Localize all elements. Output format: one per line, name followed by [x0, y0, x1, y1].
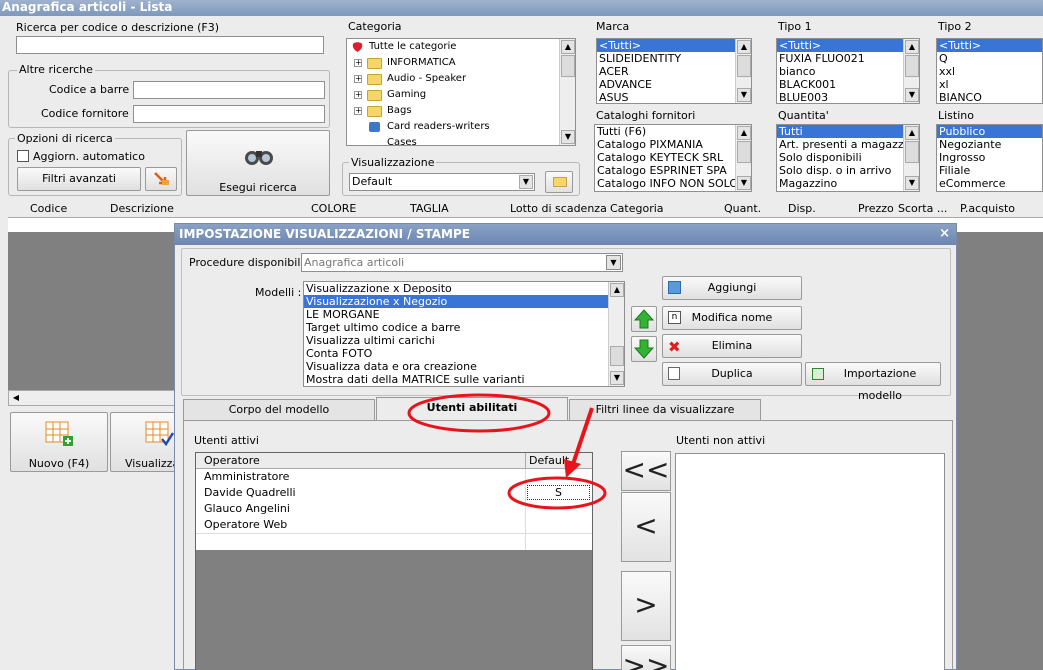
highlight-ellipse-tab: [407, 393, 551, 433]
annotation-overlay: [407, 393, 607, 510]
highlight-ellipse-default: [507, 476, 607, 510]
annotation-arrow: [571, 407, 594, 465]
annotation-arrowhead: [564, 459, 581, 478]
